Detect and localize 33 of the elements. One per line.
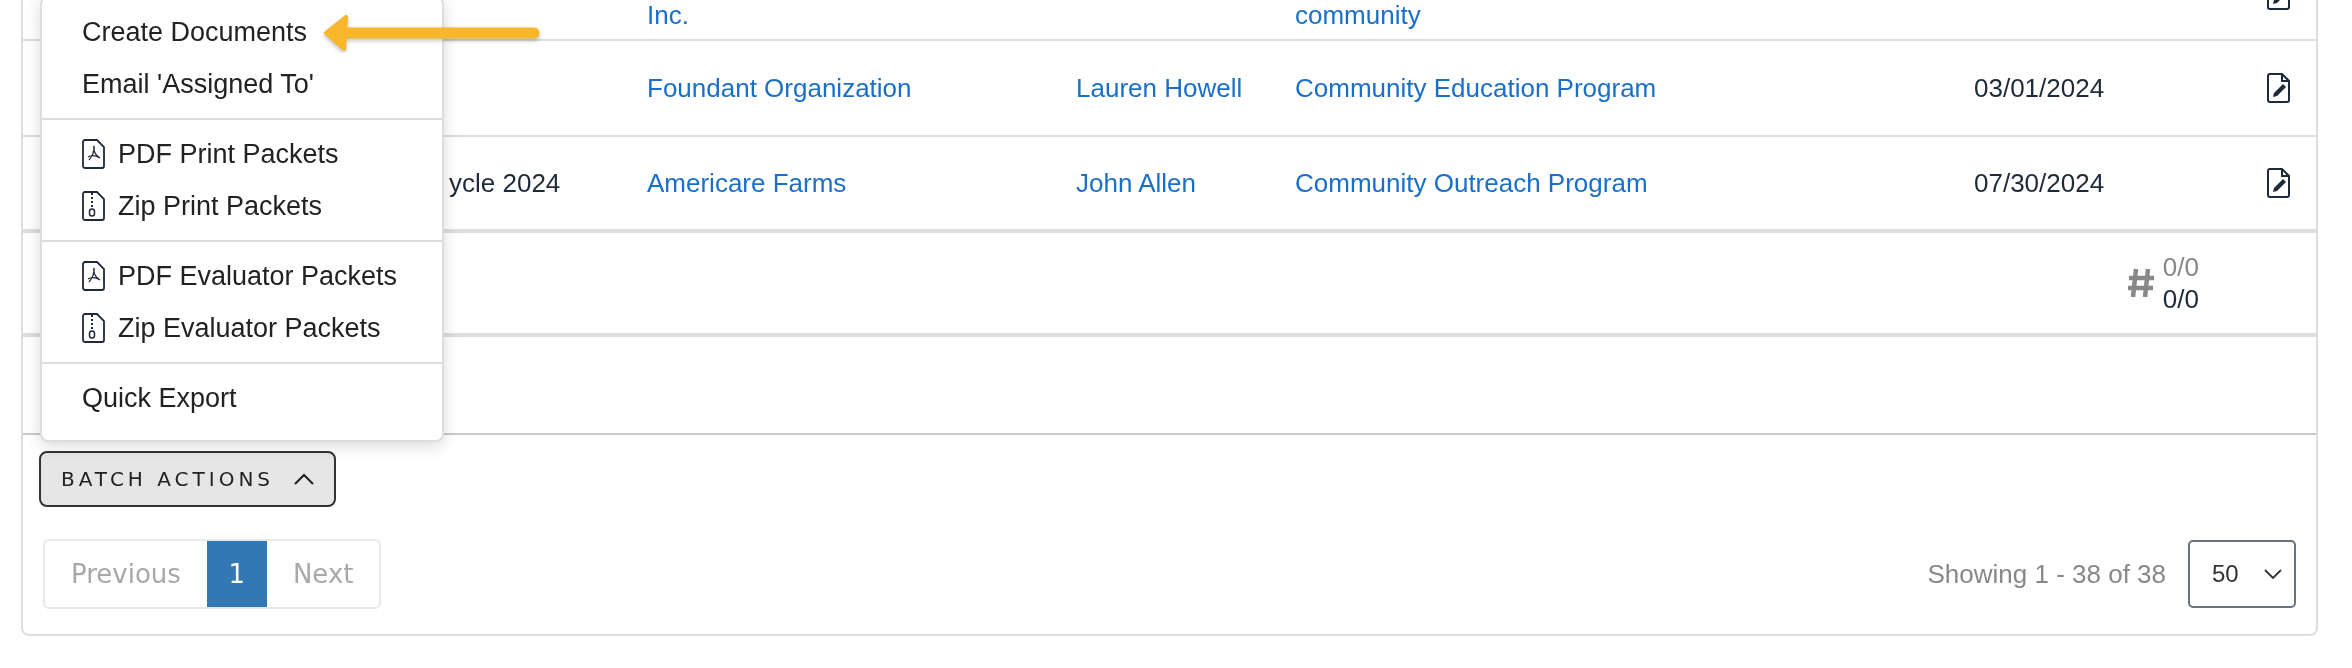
pdf-file-icon [82, 261, 106, 291]
table-link[interactable]: Lauren Howell [1076, 72, 1243, 103]
edit-document-icon[interactable] [2267, 168, 2291, 198]
table-cell: 03/01/2024 [1974, 72, 2105, 103]
hash-icon [2126, 267, 2155, 299]
edit-document-icon[interactable] [2267, 73, 2291, 103]
count-text: 0/0 [2162, 283, 2199, 315]
menu-item[interactable]: Zip Evaluator Packets [42, 302, 442, 354]
menu-item[interactable]: Email 'Assigned To' [42, 58, 442, 110]
menu-item[interactable]: Quick Export [42, 372, 442, 424]
zip-file-icon [82, 191, 106, 221]
table-cell: 07/30/2024 [1974, 167, 2105, 198]
results-count: Showing 1 - 38 of 38 [1927, 558, 2166, 590]
table-cell: ycle 2024 [449, 167, 561, 198]
table-link[interactable]: Foundant Organization [647, 72, 912, 103]
zip-file-icon [82, 313, 106, 343]
page-size-select[interactable]: 50 [2188, 540, 2296, 608]
table-link[interactable]: Americare Farms [647, 167, 847, 198]
page-button[interactable]: 1 [206, 541, 267, 607]
table-link[interactable]: Inc. [647, 0, 689, 30]
batch-actions-button[interactable]: BATCH ACTIONS [39, 451, 337, 507]
table-link[interactable]: Community Education Program [1295, 72, 1657, 103]
caret-icon [294, 473, 315, 485]
menu-item[interactable]: Create Documents [42, 6, 442, 58]
pdf-file-icon [82, 139, 106, 169]
menu-item[interactable]: Zip Print Packets [42, 180, 442, 232]
count-text: 0/0 [2162, 251, 2199, 283]
table-link[interactable]: Community Outreach Program [1295, 167, 1648, 198]
chevron-down-icon [2264, 569, 2282, 579]
menu-item[interactable]: PDF Evaluator Packets [42, 250, 442, 302]
menu-item[interactable]: PDF Print Packets [42, 128, 442, 180]
table-link[interactable]: John Allen [1076, 167, 1196, 198]
table-link[interactable]: community [1295, 0, 1421, 30]
